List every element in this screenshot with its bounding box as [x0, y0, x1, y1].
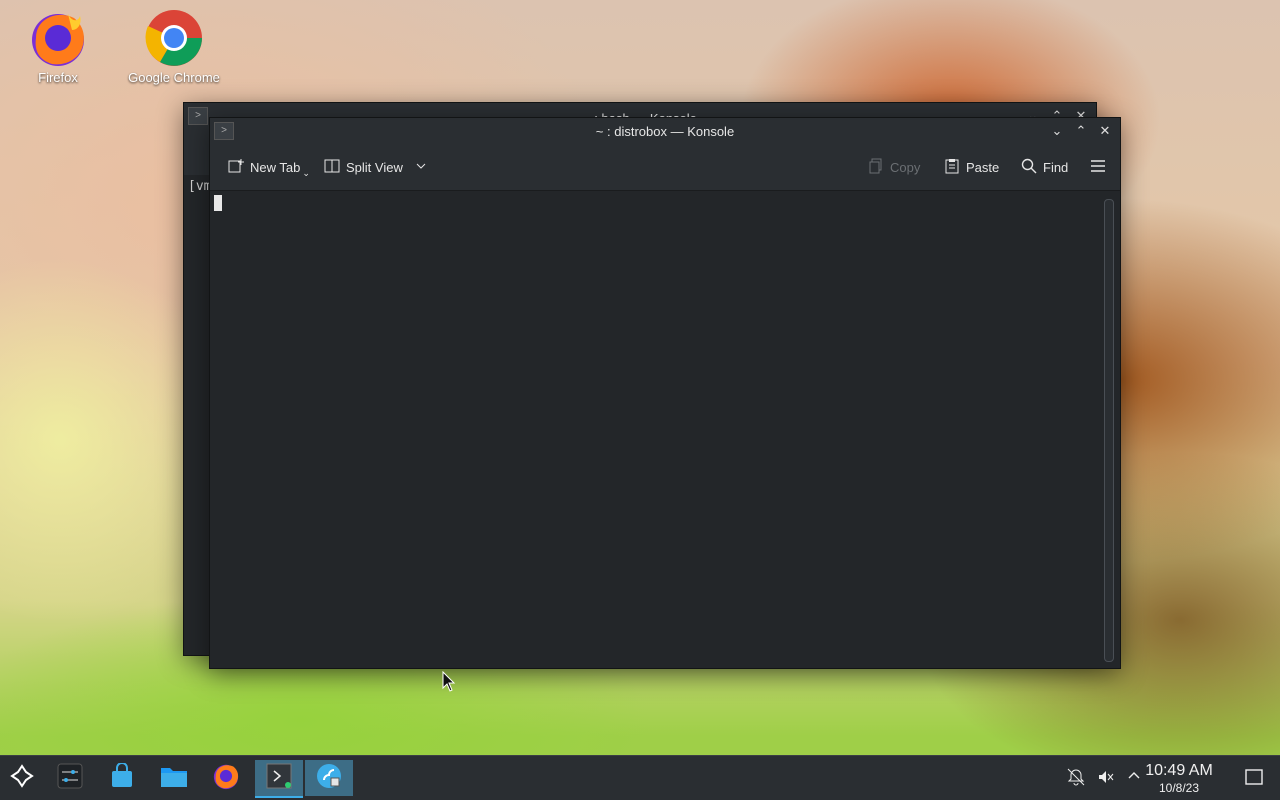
steamdeck-launcher-icon: [9, 763, 35, 794]
hamburger-menu-icon: [1090, 158, 1106, 177]
show-desktop-icon[interactable]: [1244, 768, 1264, 788]
paste-label: Paste: [966, 159, 1000, 175]
paste-button[interactable]: Paste: [944, 156, 999, 178]
distrobox-task[interactable]: [305, 760, 353, 796]
hamburger-menu-button[interactable]: [1090, 156, 1106, 178]
paste-icon: [944, 158, 960, 177]
minimize-button[interactable]: ⌄: [1048, 122, 1066, 140]
new-tab-label: New Tab: [250, 159, 301, 175]
taskbar: 10:49 AM 10/8/23: [0, 755, 1280, 800]
new-tab-icon: [228, 158, 244, 177]
mouse-pointer-icon: [442, 670, 456, 698]
scrollbar[interactable]: [1104, 199, 1114, 662]
split-view-label: Split View: [346, 159, 403, 175]
konsole-toolbar: New Tab ⌄ Split View Copy Paste Find: [210, 144, 1120, 191]
close-button[interactable]: ✕: [1096, 122, 1114, 140]
terminal-icon: [266, 763, 292, 794]
settings-sliders-icon: [57, 763, 83, 794]
find-label: Find: [1043, 159, 1069, 175]
clock-date[interactable]: 10/8/23: [1134, 781, 1224, 795]
chrome-icon: [144, 8, 204, 68]
chevron-down-icon: ⌄: [302, 167, 310, 178]
file-manager-task[interactable]: [154, 760, 194, 796]
chevron-down-icon[interactable]: [415, 160, 427, 175]
desktop-icon-firefox[interactable]: Firefox: [8, 8, 108, 85]
maximize-button[interactable]: ⌃: [1072, 122, 1090, 140]
firefox-task[interactable]: [206, 760, 246, 796]
firefox-icon: [28, 8, 88, 68]
terminal-cursor: [214, 195, 222, 211]
discover-store-task[interactable]: [102, 760, 142, 796]
konsole-task[interactable]: [255, 760, 303, 798]
split-view-icon: [324, 158, 340, 177]
store-bag-icon: [109, 761, 135, 794]
desktop-icon-chrome[interactable]: Google Chrome: [124, 8, 224, 85]
window-title: ~ : distrobox — Konsole: [595, 124, 735, 139]
terminal-area[interactable]: [210, 191, 1120, 668]
split-view-button[interactable]: Split View: [324, 156, 427, 178]
copy-button[interactable]: Copy: [868, 156, 920, 178]
search-icon: [1021, 158, 1037, 177]
firefox-icon: [212, 762, 240, 795]
desktop-icon-label: Google Chrome: [128, 70, 220, 85]
notifications-bell-icon[interactable]: [1066, 768, 1086, 788]
konsole-window-front[interactable]: > ~ : distrobox — Konsole ⌄ ⌃ ✕ New Tab …: [209, 117, 1121, 669]
copy-label: Copy: [890, 159, 921, 175]
desktop-icon-label: Firefox: [38, 70, 78, 85]
copy-icon: [868, 158, 884, 177]
volume-muted-icon[interactable]: [1096, 768, 1116, 788]
window-titlebar[interactable]: > ~ : distrobox — Konsole ⌄ ⌃ ✕: [210, 118, 1120, 144]
find-button[interactable]: Find: [1021, 156, 1068, 178]
clock-time[interactable]: 10:49 AM: [1134, 762, 1224, 780]
folder-icon: [160, 764, 188, 793]
terminal-text: [vm: [188, 179, 212, 194]
system-settings-task[interactable]: [50, 760, 90, 796]
application-launcher-button[interactable]: [2, 760, 42, 796]
distrobox-icon: [315, 762, 343, 795]
new-tab-button[interactable]: New Tab ⌄: [228, 156, 310, 178]
